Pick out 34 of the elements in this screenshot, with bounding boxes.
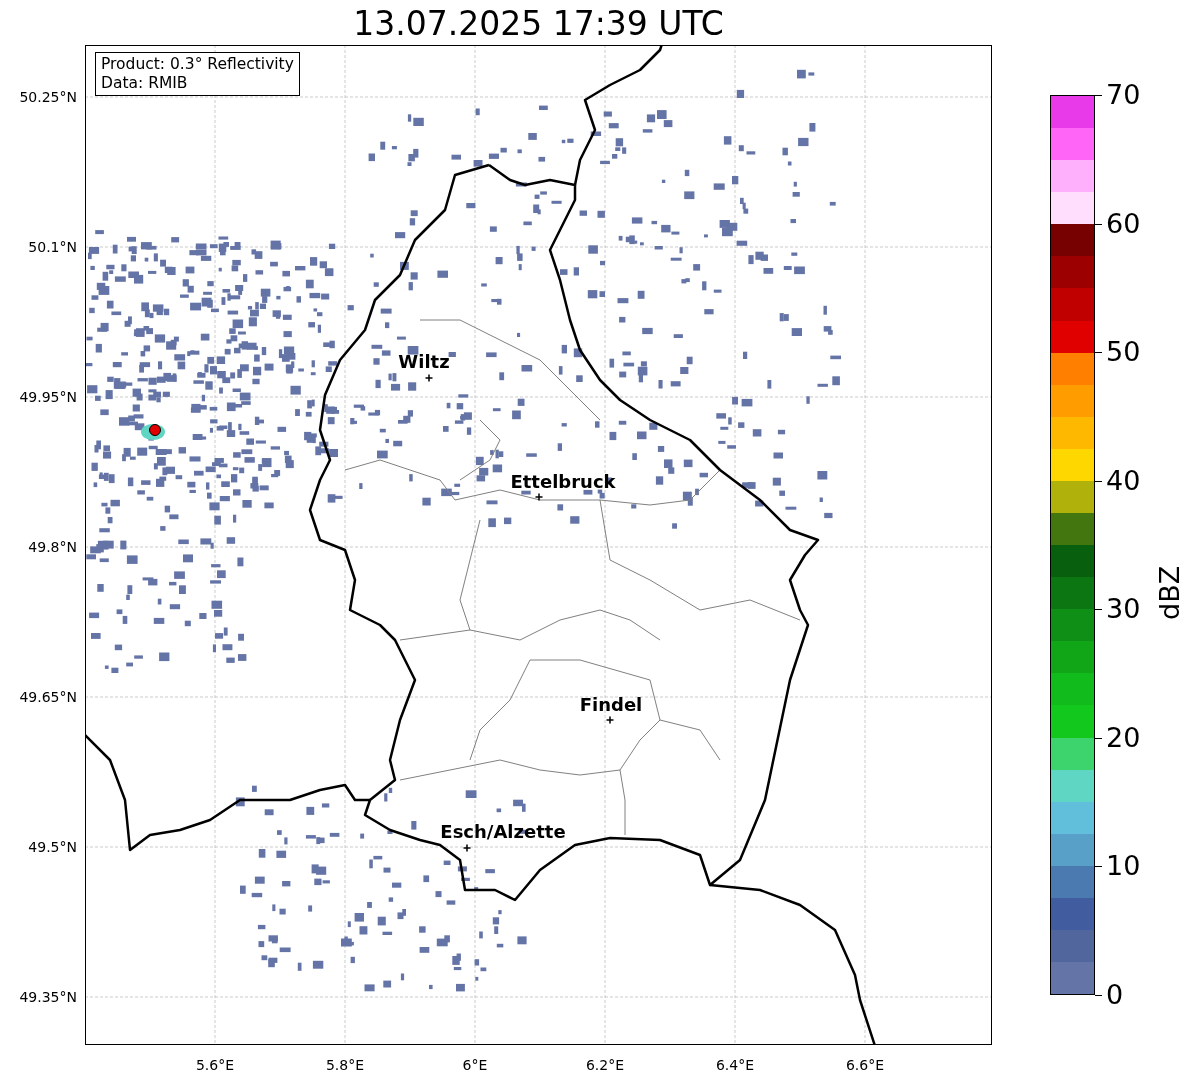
longitude-label: 5.8°E	[325, 1057, 365, 1073]
latitude-label: 50.1°N	[28, 239, 77, 255]
colorbar-tick-label: 30	[1106, 594, 1141, 625]
latitude-label: 49.5°N	[28, 839, 77, 855]
radar-site-marker	[141, 424, 165, 440]
latitude-label: 49.65°N	[19, 689, 77, 705]
colorbar-title: dBZ	[1154, 565, 1184, 620]
colorbar-tick-label: 10	[1106, 851, 1141, 882]
longitude-label: 5.6°E	[195, 1057, 235, 1073]
city-label: Findel	[579, 694, 643, 715]
latitude-label: 49.35°N	[19, 989, 77, 1005]
colorbar-tick-label: 20	[1106, 722, 1141, 753]
city-marker	[534, 492, 544, 502]
longitude-label: 6.4°E	[715, 1057, 755, 1073]
longitude-label: 6°E	[462, 1057, 488, 1073]
latitude-label: 49.8°N	[28, 539, 77, 555]
city-marker	[424, 373, 434, 383]
latitude-label: 49.95°N	[19, 389, 77, 405]
city-label: Esch/Alzette	[440, 821, 566, 842]
latitude-label: 50.25°N	[19, 89, 77, 105]
city-label: Wiltz	[398, 351, 450, 372]
colorbar-tick-label: 70	[1106, 80, 1141, 110]
colorbar-tick-label: 0	[1106, 980, 1124, 1010]
longitude-label: 6.6°E	[845, 1057, 885, 1073]
colorbar-tick-label: 50	[1106, 337, 1141, 368]
longitude-label: 6.2°E	[585, 1057, 625, 1073]
colorbar-tick-label: 60	[1106, 208, 1141, 239]
city-marker	[462, 843, 472, 853]
info-text: Data: RMIB	[101, 74, 189, 93]
colorbar-tick-label: 40	[1106, 465, 1141, 496]
city-marker	[605, 715, 615, 725]
city-label: Ettelbruck	[510, 471, 616, 492]
info-text: Product: 0.3° Reflectivity	[101, 55, 294, 74]
figure-title: 13.07.2025 17:39 UTC	[352, 3, 725, 45]
